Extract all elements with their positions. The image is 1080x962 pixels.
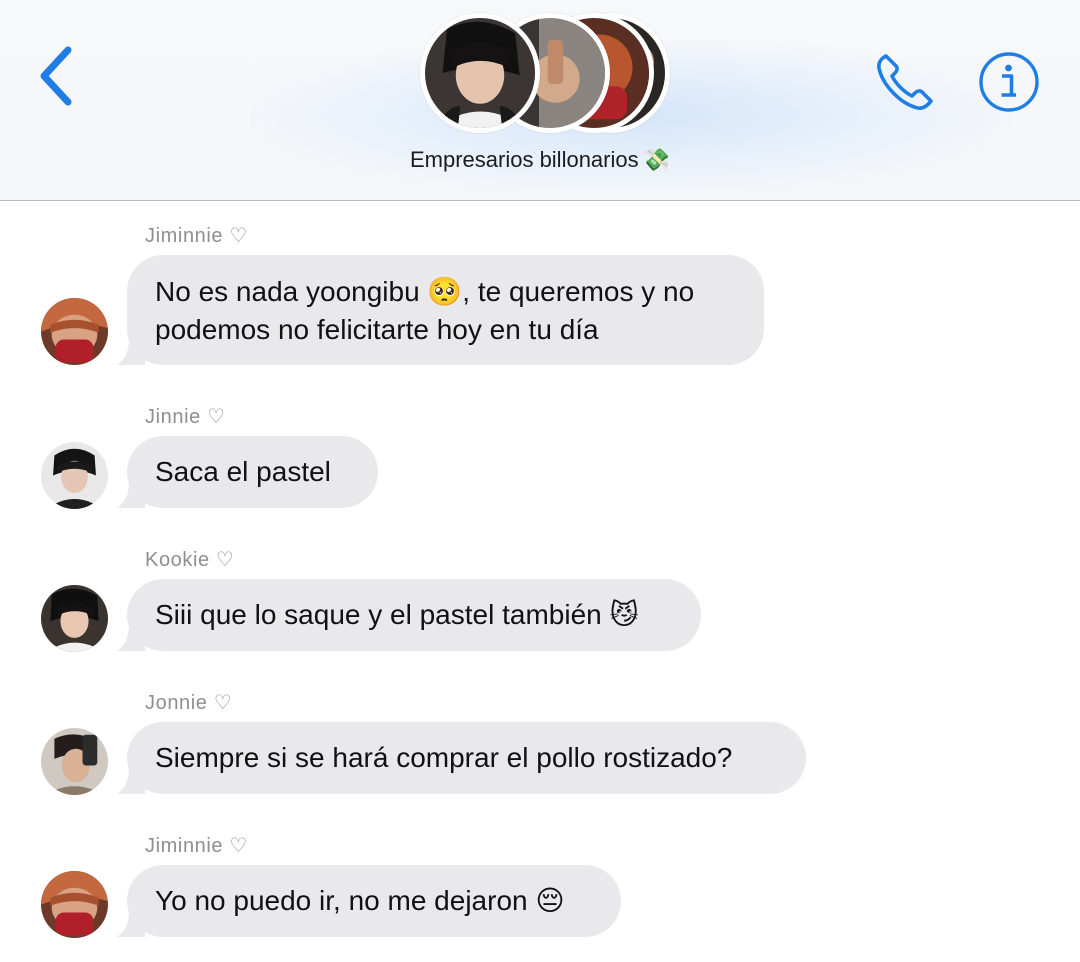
sender-name: Jiminnie ♡ bbox=[145, 225, 248, 247]
back-button[interactable] bbox=[34, 44, 78, 108]
call-button[interactable] bbox=[872, 50, 938, 114]
avatar[interactable] bbox=[41, 442, 108, 509]
avatar[interactable] bbox=[41, 585, 108, 652]
message-bubble[interactable]: Siii que lo saque y el pastel también 😼 bbox=[117, 579, 701, 651]
message-bubble[interactable]: No es nada yoongibu 🥺, te queremos y no … bbox=[117, 255, 764, 365]
conversation-header: Empresarios billonarios 💸 bbox=[0, 0, 1080, 201]
chevron-left-icon bbox=[40, 46, 72, 106]
info-icon bbox=[979, 52, 1039, 112]
message-thread[interactable]: Jiminnie ♡ No es nada yoongibu 🥺, te que… bbox=[0, 201, 1080, 962]
message-group: Jiminnie ♡ No es nada yoongibu 🥺, te que… bbox=[0, 201, 1080, 376]
message-text: Yo no puedo ir, no me dejaron 😔 bbox=[155, 885, 565, 916]
avatar[interactable] bbox=[41, 298, 108, 365]
message-bubble[interactable]: Siempre si se hará comprar el pollo rost… bbox=[117, 722, 806, 794]
bubble-tail bbox=[115, 625, 145, 651]
info-button[interactable] bbox=[977, 50, 1041, 114]
bubble-tail bbox=[115, 482, 145, 508]
sender-name: Jinnie ♡ bbox=[145, 406, 226, 428]
message-group: Jinnie ♡ Saca el pastel bbox=[0, 396, 1080, 511]
group-avatars[interactable] bbox=[420, 13, 670, 133]
avatar[interactable] bbox=[41, 728, 108, 795]
message-group: Kookie ♡ Siii que lo saque y el pastel t… bbox=[0, 539, 1080, 654]
sender-name: Jonnie ♡ bbox=[145, 692, 233, 714]
message-bubble[interactable]: Saca el pastel bbox=[117, 436, 378, 508]
message-group: Jonnie ♡ Siempre si se hará comprar el p… bbox=[0, 682, 1080, 797]
message-text: No es nada yoongibu 🥺, te queremos y no … bbox=[155, 276, 695, 345]
money-wings-emoji: 💸 bbox=[642, 148, 671, 173]
bubble-tail bbox=[115, 768, 145, 794]
sender-name: Kookie ♡ bbox=[145, 549, 235, 571]
bubble-tail bbox=[115, 339, 145, 365]
sender-name: Jiminnie ♡ bbox=[145, 835, 248, 857]
bubble-tail bbox=[115, 911, 145, 937]
message-text: Siempre si se hará comprar el pollo rost… bbox=[155, 742, 733, 773]
group-member-avatar bbox=[420, 13, 540, 133]
phone-icon bbox=[877, 54, 933, 110]
message-text: Siii que lo saque y el pastel también 😼 bbox=[155, 599, 639, 630]
group-title[interactable]: Empresarios billonarios 💸 bbox=[0, 147, 1080, 173]
message-group: Jiminnie ♡ Yo no puedo ir, no me dejaron… bbox=[0, 825, 1080, 940]
group-title-text: Empresarios billonarios bbox=[409, 147, 639, 172]
avatar[interactable] bbox=[41, 871, 108, 938]
message-text: Saca el pastel bbox=[155, 456, 331, 487]
message-bubble[interactable]: Yo no puedo ir, no me dejaron 😔 bbox=[117, 865, 621, 937]
